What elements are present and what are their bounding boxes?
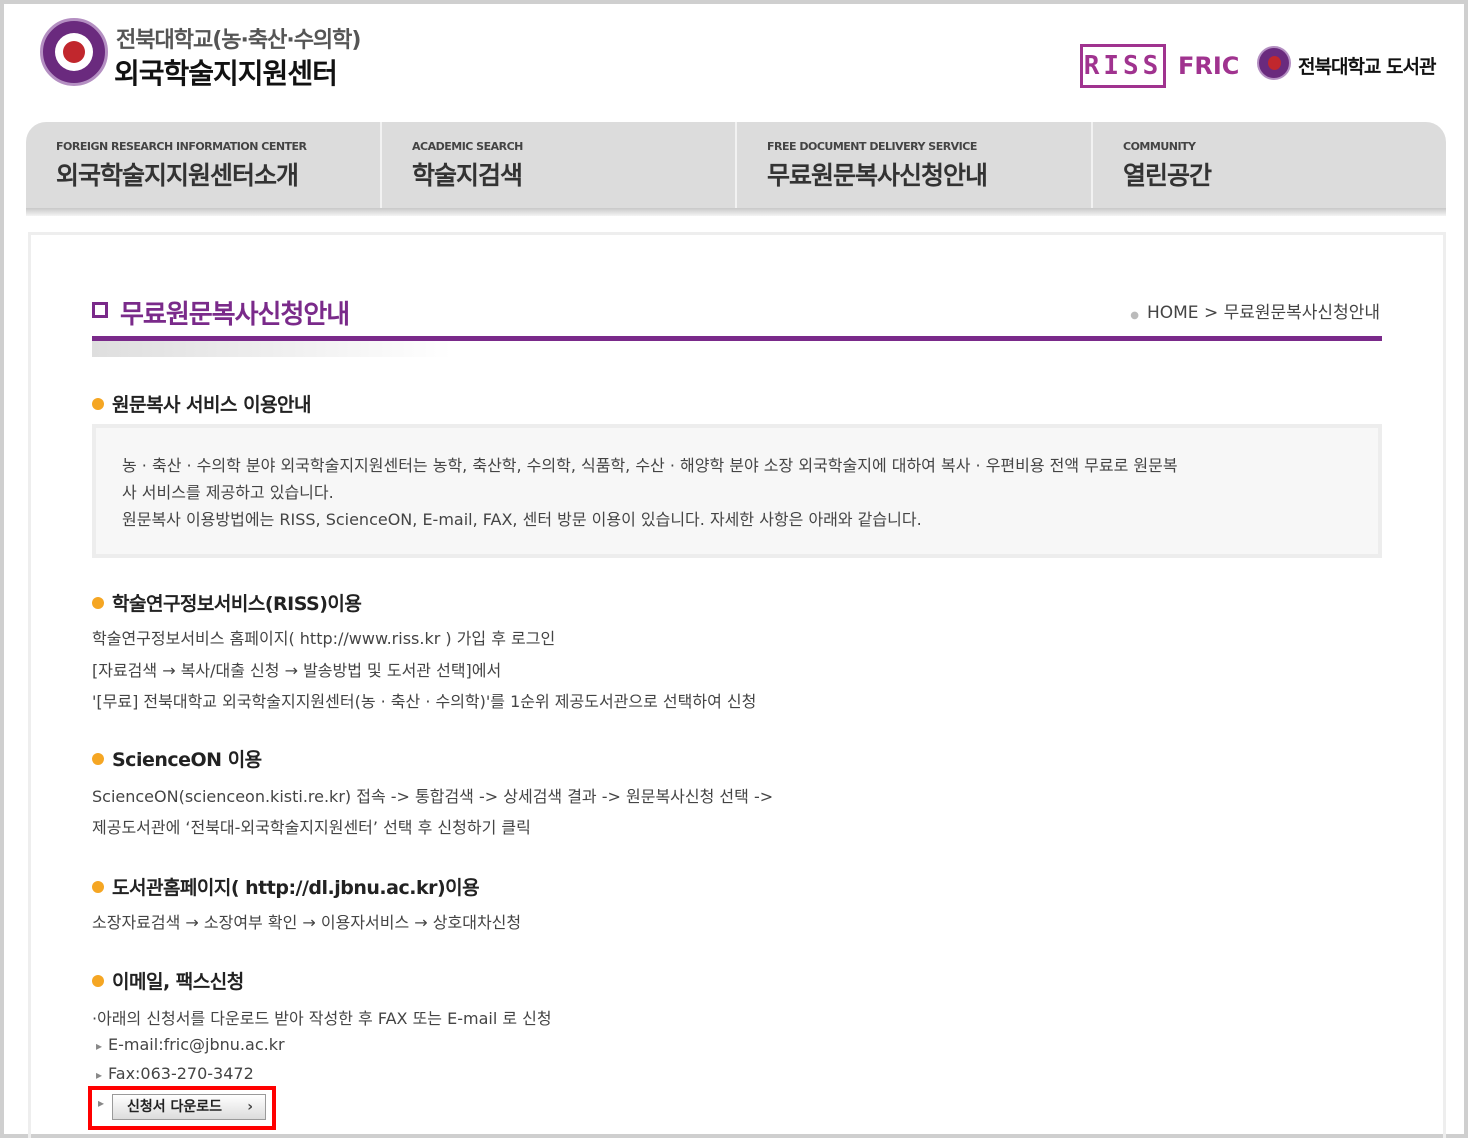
site-title[interactable]: 외국학술지지원센터 [114,52,338,92]
orange-bullet-icon [92,753,104,765]
breadcrumb-dot-icon: ● [1130,310,1139,321]
page-title: 무료원문복사신청안내 [120,300,350,330]
nav-item-community[interactable]: COMMUNITY 열린공간 [1093,122,1446,208]
orange-bullet-icon [92,881,104,893]
small-arrow-icon: ▸ [96,1039,103,1053]
breadcrumb-current: 무료원문복사신청안내 [1223,303,1380,323]
library-line: 소장자료검색 → 소장여부 확인 → 이용자서비스 → 상호대차신청 [92,913,522,932]
breadcrumb: ● HOME > 무료원문복사신청안내 [1130,298,1380,323]
fax-contact: ▸ Fax:063-270-3472 [96,1064,254,1083]
section-title-riss: 학술연구정보서비스(RISS)이용 [92,589,362,616]
intro-line: 원문복사 이용방법에는 RISS, ScienceON, E-mail, FAX… [122,510,922,529]
breadcrumb-home[interactable]: HOME [1147,303,1199,323]
nav-item-en-label: COMMUNITY [1123,140,1196,153]
library-link[interactable]: 전북대학교 도서관 [1298,52,1436,79]
section-title-library: 도서관홈페이지( http://dl.jbnu.ac.kr)이용 [92,873,480,900]
riss-line: 학술연구정보서비스 홈페이지( http://www.riss.kr ) 가입 … [92,629,556,648]
nav-item-en-label: FOREIGN RESEARCH INFORMATION CENTER [56,140,307,153]
title-square-icon [92,302,108,318]
section-title-text: 도서관홈페이지( http://dl.jbnu.ac.kr)이용 [112,877,480,899]
scienceon-line: 제공도서관에 ‘전북대-외국학술지지원센터’ 선택 후 신청하기 클릭 [92,818,531,837]
nav-item-label: 무료원문복사신청안내 [767,161,988,190]
nav-shadow [26,208,1446,216]
nav-item-center-intro[interactable]: FOREIGN RESEARCH INFORMATION CENTER 외국학술… [26,122,382,208]
intro-line: 사 서비스를 제공하고 있습니다. [122,483,334,502]
highlight-box [88,1086,276,1130]
scienceon-line: ScienceON(scienceon.kisti.re.kr) 접속 -> 통… [92,787,774,806]
site-subtitle[interactable]: 전북대학교(농·축산·수의학) [116,22,361,54]
nav-item-label: 학술지검색 [412,161,523,190]
breadcrumb-separator: > [1203,303,1219,323]
riss-line: [자료검색 → 복사/대출 신청 → 발송방법 및 도서관 선택]에서 [92,661,502,680]
nav-item-label: 열린공간 [1123,161,1212,190]
section-title-email-fax: 이메일, 팩스신청 [92,967,244,994]
nav-item-en-label: FREE DOCUMENT DELIVERY SERVICE [767,140,977,153]
section-title-intro: 원문복사 서비스 이용안내 [92,390,312,417]
section-title-text: 원문복사 서비스 이용안내 [112,394,312,416]
nav-item-free-delivery[interactable]: FREE DOCUMENT DELIVERY SERVICE 무료원문복사신청안… [737,122,1093,208]
orange-bullet-icon [92,398,104,410]
email-contact: ▸ E-mail:fric@jbnu.ac.kr [96,1035,285,1054]
intro-box: 농 · 축산 · 수의학 분야 외국학술지지원센터는 농학, 축산학, 수의학,… [92,424,1382,558]
small-arrow-icon: ▸ [96,1068,103,1082]
section-title-text: 학술연구정보서비스(RISS)이용 [112,593,362,615]
content-panel [28,232,1446,1138]
title-underline-shadow [92,341,452,357]
section-title-text: ScienceON 이용 [112,749,262,771]
email-fax-line: ·아래의 신청서를 다운로드 받아 작성한 후 FAX 또는 E-mail 로 … [92,1009,552,1028]
nav-item-academic-search[interactable]: ACADEMIC SEARCH 학술지검색 [382,122,737,208]
riss-logo-link[interactable]: RISS [1080,44,1166,88]
nav-item-en-label: ACADEMIC SEARCH [412,140,523,153]
library-emblem-icon[interactable] [1257,46,1291,80]
fax-number: Fax:063-270-3472 [108,1064,254,1083]
riss-line: '[무료] 전북대학교 외국학술지지원센터(농 · 축산 · 수의학)'를 1순… [92,692,757,711]
fric-logo-link[interactable]: FRIC [1178,52,1239,80]
section-title-scienceon: ScienceON 이용 [92,745,262,772]
orange-bullet-icon [92,975,104,987]
main-nav: FOREIGN RESEARCH INFORMATION CENTER 외국학술… [26,122,1446,208]
university-emblem-icon[interactable] [40,18,108,86]
intro-line: 농 · 축산 · 수의학 분야 외국학술지지원센터는 농학, 축산학, 수의학,… [122,456,1178,475]
section-title-text: 이메일, 팩스신청 [112,971,244,993]
orange-bullet-icon [92,597,104,609]
email-address[interactable]: E-mail:fric@jbnu.ac.kr [108,1035,285,1054]
nav-item-label: 외국학술지지원센터소개 [56,161,299,190]
